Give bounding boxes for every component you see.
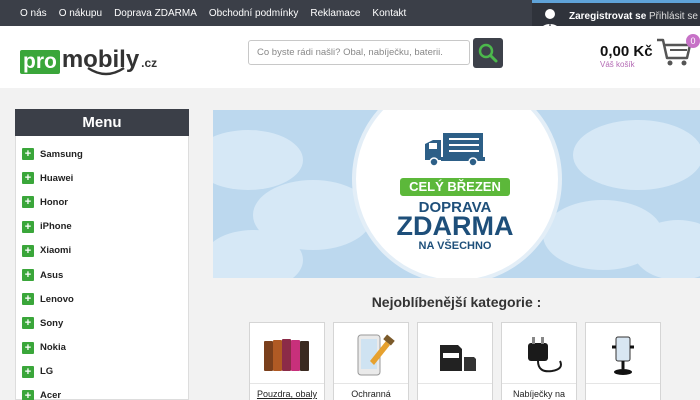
sidebar-item-label: Samsung bbox=[40, 148, 83, 160]
truck-icon bbox=[425, 133, 485, 167]
sidebar-item-label: Huawei bbox=[40, 172, 74, 184]
memory-card-icon bbox=[440, 345, 476, 371]
category-card-memory-cards[interactable] bbox=[417, 322, 493, 400]
nav-link-o-nas[interactable]: O nás bbox=[20, 8, 47, 19]
category-card-screen-protectors[interactable]: Ochranná bbox=[333, 322, 409, 400]
nav-link-reklamace[interactable]: Reklamace bbox=[310, 8, 360, 19]
nav-link-o-nakupu[interactable]: O nákupu bbox=[59, 8, 102, 19]
site-logo[interactable]: pro mobily .cz bbox=[20, 40, 158, 76]
car-holder-icon bbox=[612, 336, 634, 375]
promo-banner[interactable]: CELÝ BŘEZEN DOPRAVA ZDARMA NA VŠECHNO bbox=[213, 110, 700, 278]
categories-title: Nejoblíbenější kategorie : bbox=[371, 294, 542, 310]
logo-pro: pro bbox=[20, 50, 60, 74]
register-link[interactable]: Zaregistrovat se bbox=[569, 11, 646, 22]
banner-line-3: NA VŠECHNO bbox=[418, 240, 492, 252]
sidebar-item-iphone[interactable]: + iPhone bbox=[16, 215, 188, 239]
sidebar-menu: Menu + Samsung + Huawei + Honor + iPhone + Xi… bbox=[15, 109, 189, 400]
card-divider bbox=[334, 383, 408, 384]
menu-title: Menu bbox=[15, 109, 189, 136]
category-label: Nabíječky na bbox=[512, 389, 566, 399]
cart-label[interactable]: Váš košík bbox=[600, 60, 635, 69]
sidebar-item-honor[interactable]: + Honor bbox=[16, 190, 188, 214]
nav-link-doprava-zdarma[interactable]: Doprava ZDARMA bbox=[114, 8, 197, 19]
search-input[interactable] bbox=[248, 40, 470, 65]
sidebar-item-label: Asus bbox=[40, 269, 64, 281]
sidebar-item-label: LG bbox=[40, 366, 54, 378]
cloud-shape bbox=[573, 120, 700, 190]
card-divider bbox=[418, 383, 492, 384]
plus-icon: + bbox=[22, 220, 34, 233]
cart-price[interactable]: 0,00 Kč bbox=[600, 43, 653, 60]
top-nav: O nás O nákupu Doprava ZDARMA Obchodní p… bbox=[20, 0, 418, 26]
category-card-cases[interactable]: Pouzdra, obaly bbox=[249, 322, 325, 400]
plus-icon: + bbox=[22, 317, 34, 330]
plus-icon: + bbox=[22, 365, 34, 378]
logo-cz: .cz bbox=[141, 56, 158, 70]
sidebar-item-sony[interactable]: + Sony bbox=[16, 311, 188, 335]
category-card-car-holders[interactable] bbox=[585, 322, 661, 400]
charger-icon bbox=[528, 337, 562, 373]
sidebar-item-asus[interactable]: + Asus bbox=[16, 263, 188, 287]
sidebar-item-label: Sony bbox=[40, 317, 64, 329]
category-label: Ochranná bbox=[351, 389, 391, 399]
menu-list: + Samsung + Huawei + Honor + iPhone + Xiaomi … bbox=[16, 136, 188, 400]
sidebar-item-samsung[interactable]: + Samsung bbox=[16, 142, 188, 166]
plus-icon: + bbox=[22, 389, 34, 400]
card-divider bbox=[586, 383, 660, 384]
cases-icon bbox=[264, 339, 309, 371]
sidebar-item-label: Lenovo bbox=[40, 293, 74, 305]
sidebar-item-label: Nokia bbox=[40, 342, 66, 354]
plus-icon: + bbox=[22, 341, 34, 354]
category-label: Pouzdra, obaly bbox=[256, 389, 318, 399]
category-card-chargers[interactable]: Nabíječky na bbox=[501, 322, 577, 400]
search-icon bbox=[478, 43, 498, 63]
sidebar-item-lg[interactable]: + LG bbox=[16, 360, 188, 384]
sidebar-item-label: Honor bbox=[40, 196, 68, 208]
sidebar-item-label: Xiaomi bbox=[40, 245, 72, 257]
logo-smile-icon bbox=[87, 66, 125, 76]
sidebar-item-lenovo[interactable]: + Lenovo bbox=[16, 287, 188, 311]
plus-icon: + bbox=[22, 196, 34, 209]
sidebar-item-label: Acer bbox=[40, 390, 62, 400]
cloud-shape bbox=[213, 130, 303, 190]
search-button[interactable] bbox=[473, 38, 503, 68]
sidebar-item-acer[interactable]: + Acer bbox=[16, 384, 188, 400]
banner-line-2: ZDARMA bbox=[396, 211, 514, 241]
plus-icon: + bbox=[22, 293, 34, 306]
cart-count-badge: 0 bbox=[686, 34, 700, 48]
sidebar-item-nokia[interactable]: + Nokia bbox=[16, 336, 188, 360]
card-divider bbox=[502, 383, 576, 384]
plus-icon: + bbox=[22, 269, 34, 282]
login-link[interactable]: Přihlásit se bbox=[649, 11, 698, 22]
card-divider bbox=[250, 383, 324, 384]
header: pro mobily .cz 0,00 Kč Váš košík 0 bbox=[0, 26, 700, 88]
sidebar-item-label: iPhone bbox=[40, 221, 72, 233]
banner-badge: CELÝ BŘEZEN bbox=[400, 178, 510, 196]
sidebar-item-xiaomi[interactable]: + Xiaomi bbox=[16, 239, 188, 263]
plus-icon: + bbox=[22, 244, 34, 257]
sidebar-item-huawei[interactable]: + Huawei bbox=[16, 166, 188, 190]
screen-protector-icon bbox=[357, 334, 395, 376]
nav-link-kontakt[interactable]: Kontakt bbox=[372, 8, 406, 19]
nav-link-obchodni-podminky[interactable]: Obchodní podmínky bbox=[209, 8, 299, 19]
plus-icon: + bbox=[22, 148, 34, 161]
plus-icon: + bbox=[22, 172, 34, 185]
